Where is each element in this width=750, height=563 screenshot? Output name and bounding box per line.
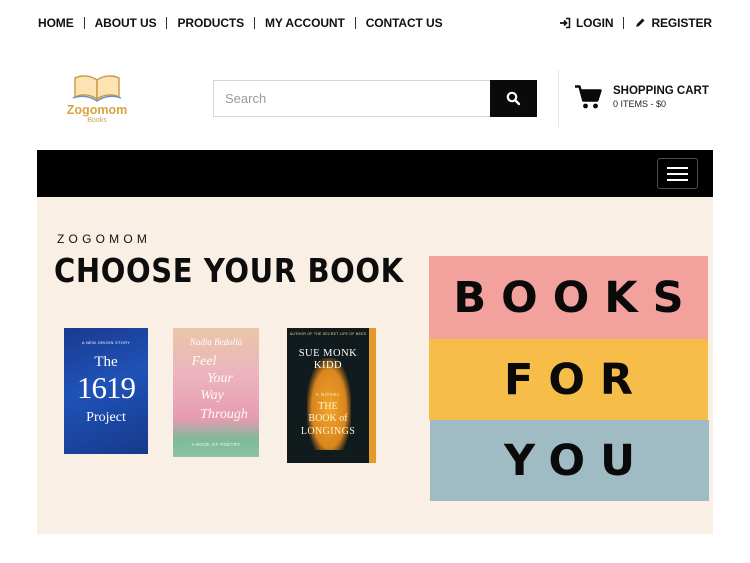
pencil-icon bbox=[634, 17, 646, 29]
hamburger-line bbox=[667, 172, 688, 175]
book-title-line: THE bbox=[318, 401, 338, 412]
register-link[interactable]: REGISTER bbox=[634, 16, 712, 30]
nav-separator bbox=[254, 17, 256, 29]
book-title-line: BOOK of bbox=[308, 413, 348, 424]
book-cover-1619-project: A NEW ORIGIN STORY The 1619 Project bbox=[64, 328, 148, 454]
login-label: LOGIN bbox=[575, 16, 614, 30]
nav-home-link[interactable]: HOME bbox=[38, 16, 74, 30]
login-link[interactable]: LOGIN bbox=[559, 16, 614, 30]
site-logo[interactable]: Zogomom Books bbox=[64, 70, 130, 126]
banner-stripe-you: YOU bbox=[430, 420, 709, 501]
search-input[interactable] bbox=[213, 80, 491, 117]
book-title-line: 1619 bbox=[77, 370, 136, 405]
main-nav-links: HOME ABOUT US PRODUCTS MY ACCOUNT CONTAC… bbox=[38, 16, 443, 30]
banner-kicker: ZOGOMOM bbox=[57, 232, 152, 246]
nav-products-link[interactable]: PRODUCTS bbox=[177, 16, 244, 30]
nav-contact-link[interactable]: CONTACT US bbox=[366, 16, 443, 30]
hamburger-line bbox=[667, 178, 688, 181]
book-title-line: Project bbox=[86, 410, 126, 425]
nav-about-link[interactable]: ABOUT US bbox=[95, 16, 157, 30]
open-book-icon bbox=[72, 72, 122, 107]
book-title-line: Through bbox=[200, 407, 248, 422]
top-navigation: HOME ABOUT US PRODUCTS MY ACCOUNT CONTAC… bbox=[38, 14, 712, 32]
book-cover-book-of-longings: AUTHOR OF THE SECRET LIFE OF BEES SUE MO… bbox=[287, 328, 376, 463]
book-author: SUE MONK KIDD bbox=[298, 348, 358, 371]
logo-name: Zogomom bbox=[66, 103, 128, 117]
book-spine bbox=[369, 328, 376, 463]
nav-separator bbox=[623, 17, 625, 29]
logo-subtitle: Books bbox=[87, 117, 107, 124]
cart-icon bbox=[574, 84, 602, 110]
book-bottom-line: A BOOK OF POETRY bbox=[191, 442, 241, 447]
nav-my-account-link[interactable]: MY ACCOUNT bbox=[265, 16, 345, 30]
book-top-line: A NEW ORIGIN STORY bbox=[81, 340, 131, 345]
book-title-line: Your bbox=[207, 371, 233, 386]
search-icon bbox=[506, 91, 521, 106]
book-title-line: Way bbox=[200, 388, 224, 403]
hamburger-line bbox=[667, 166, 688, 169]
nav-separator bbox=[83, 17, 85, 29]
banner-headline: CHOOSE YOUR BOOK bbox=[54, 252, 404, 291]
book-top-line: AUTHOR OF THE SECRET LIFE OF BEES bbox=[289, 332, 367, 336]
hamburger-menu-icon[interactable] bbox=[657, 158, 698, 189]
book-title-line: The bbox=[94, 354, 118, 370]
auth-links: LOGIN REGISTER bbox=[559, 16, 712, 30]
book-title-line: Feel bbox=[191, 354, 217, 369]
sign-in-icon bbox=[559, 17, 571, 29]
banner-stripe-for: FOR bbox=[429, 339, 708, 420]
search-button[interactable] bbox=[490, 80, 537, 117]
menu-bar bbox=[37, 150, 713, 197]
nav-separator bbox=[354, 17, 356, 29]
book-cover-feel-your-way-through: Nadia Bedolla Feel Your Way Through A BO… bbox=[173, 328, 259, 457]
cart-title: SHOPPING CART bbox=[613, 85, 709, 97]
shopping-cart[interactable]: SHOPPING CART 0 ITEMS - $0 bbox=[574, 84, 709, 110]
book-kicker: A NOVEL bbox=[315, 392, 341, 397]
book-author: Nadia Bedolla bbox=[189, 337, 243, 347]
header-divider bbox=[558, 70, 559, 127]
cart-summary: 0 ITEMS - $0 bbox=[613, 99, 667, 109]
register-label: REGISTER bbox=[651, 16, 712, 30]
hero-banner[interactable]: ZOGOMOM CHOOSE YOUR BOOK A NEW ORIGIN ST… bbox=[37, 197, 713, 534]
book-title-line: LONGINGS bbox=[300, 426, 356, 437]
nav-separator bbox=[166, 17, 168, 29]
banner-stripe-books: BOOKS bbox=[429, 256, 708, 339]
